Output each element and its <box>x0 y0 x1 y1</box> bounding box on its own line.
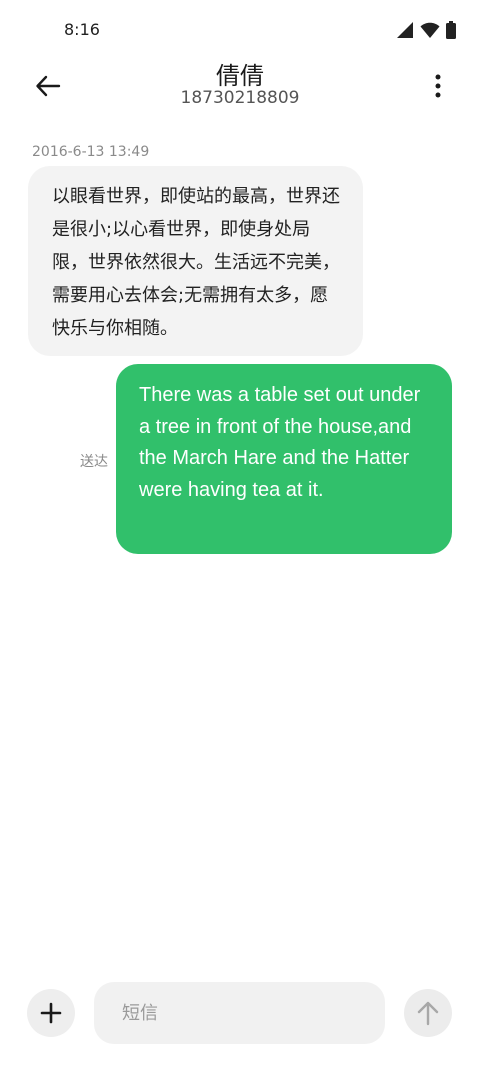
received-message-text: 以眼看世界，即使站的最高，世界还是很小;以心看世界，即使身处局限，世界依然很大。… <box>52 186 340 339</box>
message-timestamp: 2016-6-13 13:49 <box>32 144 150 160</box>
status-icons <box>396 20 456 40</box>
sent-message-bubble[interactable]: There was a table set out under a tree i… <box>116 364 452 554</box>
composer-bar <box>0 980 480 1046</box>
wifi-icon <box>420 22 440 38</box>
add-attachment-button[interactable] <box>27 989 75 1037</box>
contact-phone-number: 18730218809 <box>180 88 300 108</box>
conversation-header: 倩倩 18730218809 <box>0 56 480 120</box>
plus-icon <box>40 1002 62 1024</box>
status-bar: 8:16 <box>0 0 480 60</box>
send-button[interactable] <box>404 989 452 1037</box>
delivery-status: 送达 <box>80 454 108 470</box>
contact-name: 倩倩 <box>216 62 264 90</box>
signal-icon <box>397 22 413 38</box>
message-input[interactable] <box>94 982 385 1044</box>
status-time: 8:16 <box>64 20 100 39</box>
more-options-button[interactable] <box>426 66 450 106</box>
more-vertical-icon <box>435 74 441 98</box>
sent-message-text: There was a table set out under a tree i… <box>139 384 421 501</box>
received-message-bubble[interactable]: 以眼看世界，即使站的最高，世界还是很小;以心看世界，即使身处局限，世界依然很大。… <box>28 166 363 356</box>
battery-icon <box>446 21 456 39</box>
arrow-up-icon <box>417 1001 439 1026</box>
